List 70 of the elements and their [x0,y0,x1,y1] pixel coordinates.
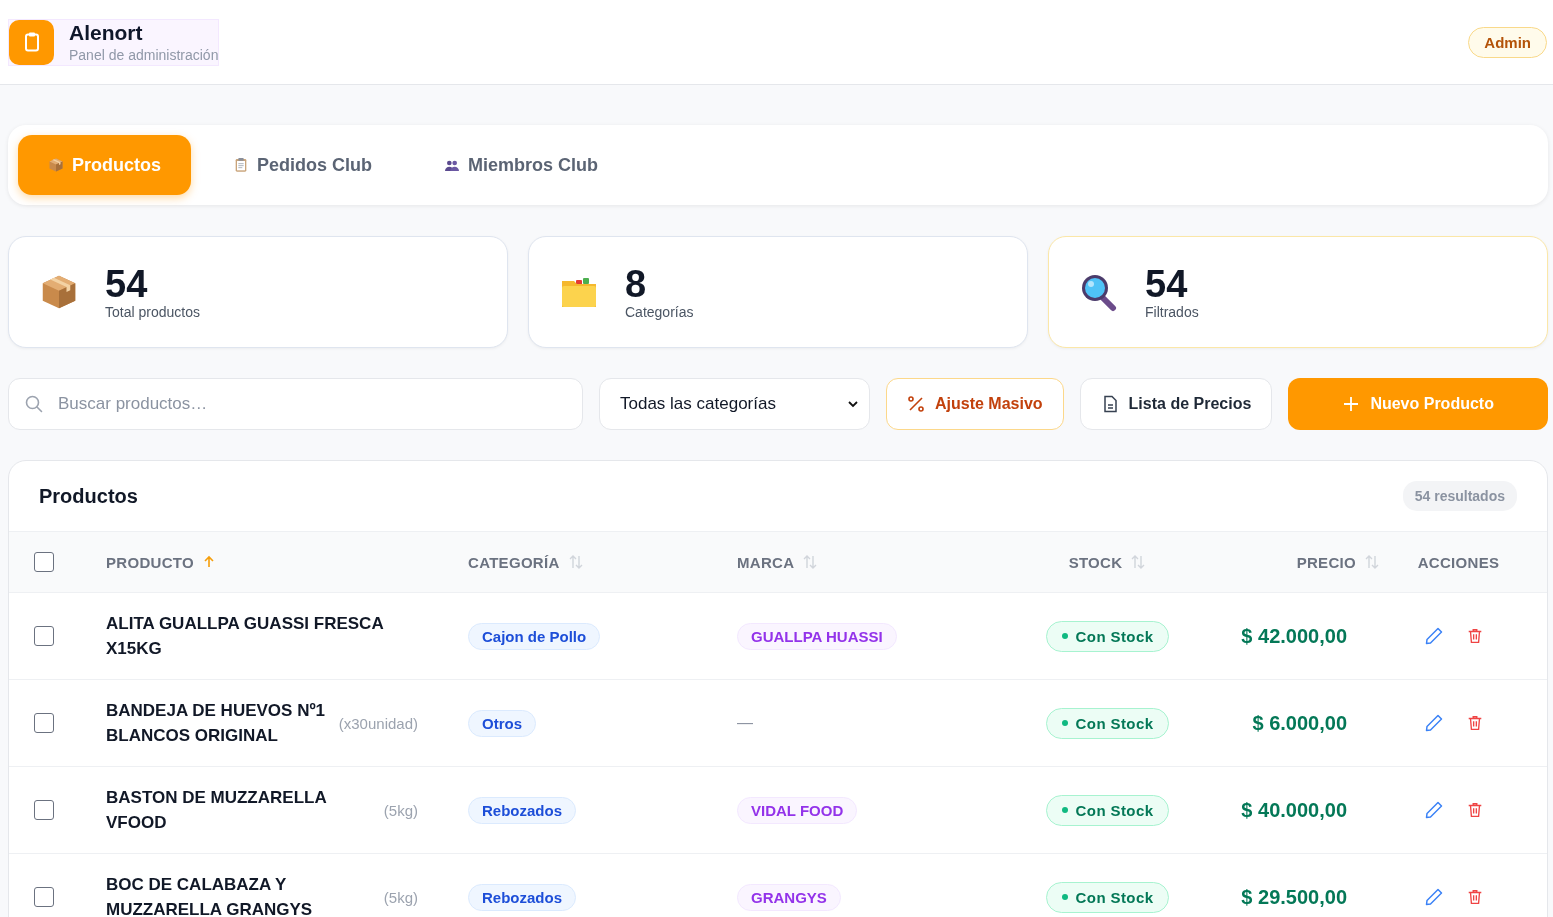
product-price: $ 42.000,00 [1241,624,1347,648]
category-tag: Cajon de Pollo [468,622,601,650]
table-title: Productos [39,484,138,508]
product-price: $ 40.000,00 [1241,798,1347,822]
column-header: PRODUCTO [106,553,194,571]
sort-icon [567,554,584,570]
stat-value: 8 [625,264,648,304]
category-tag: Rebozados [468,796,576,824]
pencil-icon [1423,887,1444,907]
percent-icon [907,395,925,413]
edit-button[interactable] [1423,887,1444,907]
brand-tag: GRANGYS [737,883,841,911]
sort-icon [1364,554,1380,570]
plus-icon [1342,395,1361,413]
checkbox[interactable] [34,713,54,733]
clipboard-icon [233,157,249,173]
role-badge: Admin [1468,26,1547,58]
stat-label: Filtrados [1145,304,1199,320]
magnifier-icon [1079,272,1119,312]
checkbox[interactable] [34,626,54,646]
sort-icon [1130,554,1147,570]
checkbox[interactable] [34,552,54,572]
stat-value: 54 [1145,264,1189,304]
checkbox[interactable] [34,800,54,820]
search-icon [24,394,44,414]
stat-label: Categorías [625,304,694,320]
empty-brand: — [737,714,753,732]
pencil-icon [1423,800,1444,820]
product-unit: (5kg) [383,801,418,819]
checkbox[interactable] [34,887,54,907]
stock-status: Con Stock [1045,881,1170,913]
action-button[interactable]: Lista de Precios [1079,378,1273,430]
search-field[interactable]: Buscar productos… [8,378,583,430]
stock-status: Con Stock [1045,707,1170,739]
tab[interactable]: Miembros Club [414,135,629,195]
category-tag: Rebozados [468,883,576,911]
stock-status: Con Stock [1045,620,1170,652]
product-unit: (x30unidad) [338,714,418,732]
results-count: 54 resultados [1402,481,1517,511]
product-price: $ 6.000,00 [1252,711,1347,735]
pencil-icon [1423,713,1444,733]
stat-value: 54 [105,264,149,304]
brand-tag: GUALLPA HUASSI [737,622,897,650]
product-unit: (5kg) [383,888,418,906]
stat-label: Total productos [105,304,200,320]
column-header: ACCIONES [1417,553,1500,571]
product-name: BANDEJA DE HUEVOS Nº1 BLANCOS ORIGINAL [106,700,327,747]
chevron-down-icon [847,398,859,410]
column-header: STOCK [1068,553,1123,571]
product-name: ALITA GUALLPA GUASSI FRESCA X15KG [106,613,385,660]
edit-button[interactable] [1423,626,1444,646]
tab[interactable]: Pedidos Club [203,135,403,195]
column-header: PRECIO [1296,553,1356,571]
brand-tag: VIDAL FOOD [737,796,858,824]
edit-button[interactable] [1423,800,1444,820]
sort-icon [802,554,819,570]
pencil-icon [1423,626,1444,646]
edit-button[interactable] [1423,713,1444,733]
category-tag: Otros [468,709,536,737]
app-name: Alenort [69,21,144,45]
box-icon [48,157,64,173]
stock-status: Con Stock [1045,794,1170,826]
app-subtitle: Panel de administración [69,47,219,63]
product-price: $ 29.500,00 [1241,885,1347,909]
category-dropdown[interactable]: Todas las categorías [599,378,870,430]
product-name: BOC DE CALABAZA Y MUZZARELLA GRANGYS [106,874,314,917]
column-header: CATEGORÍA [468,553,560,571]
action-button[interactable]: Ajuste Masivo [886,378,1064,430]
column-header: MARCA [737,553,795,571]
product-name: BASTON DE MUZZARELLA VFOOD [106,787,328,834]
